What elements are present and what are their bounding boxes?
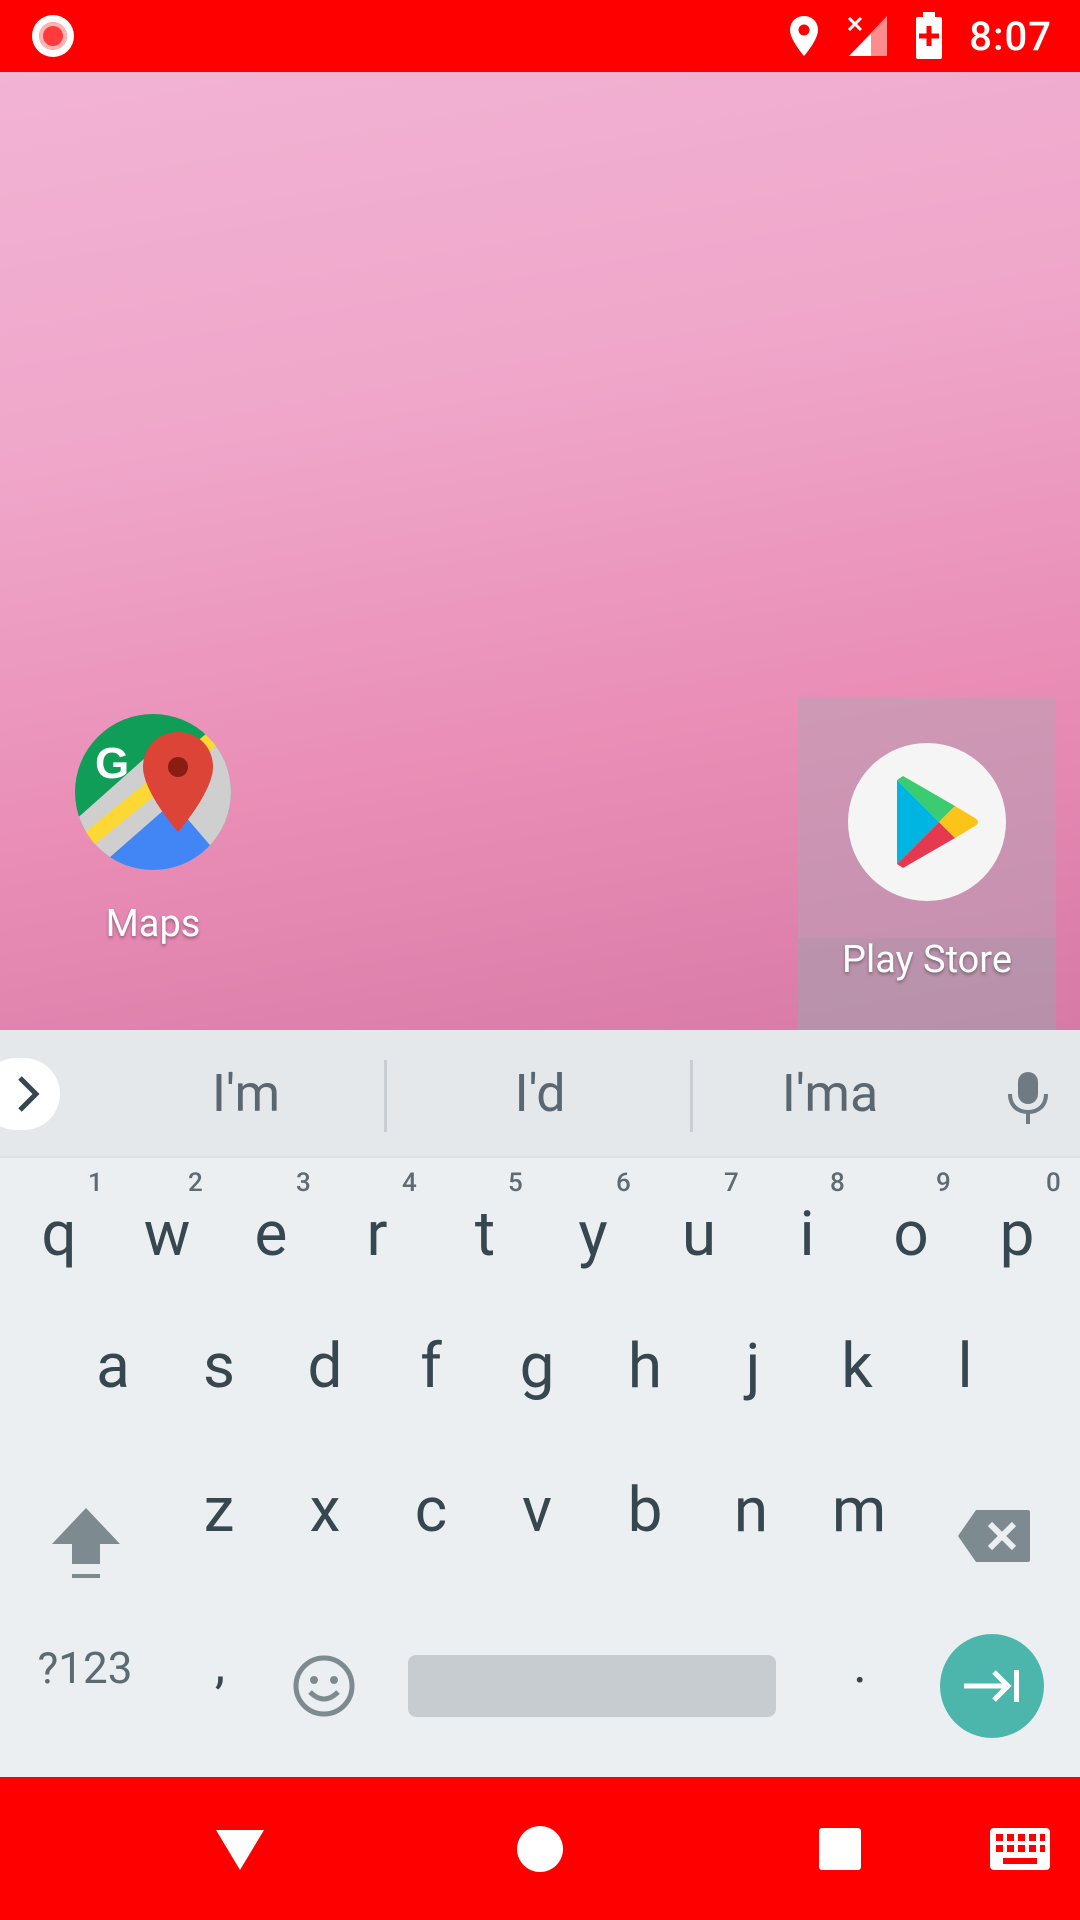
suggestion-2[interactable]: I'd [390, 1030, 690, 1158]
key-s[interactable]: s [160, 1330, 278, 1410]
keyboard-switch-button[interactable] [960, 1777, 1080, 1920]
key-comma[interactable]: , [180, 1634, 260, 1714]
key-letter: u [681, 1198, 717, 1271]
key-letter: o [893, 1198, 929, 1271]
battery-charging-icon [916, 12, 943, 59]
shift-icon[interactable] [48, 1504, 124, 1580]
home-screen-wallpaper: G Maps Play Store [0, 72, 1080, 1030]
suggestion-3[interactable]: I'ma [680, 1030, 980, 1158]
keyboard-icon [990, 1827, 1050, 1870]
key-letter: i [799, 1198, 815, 1271]
key-k[interactable]: k [798, 1330, 916, 1410]
key-hint: 4 [402, 1168, 417, 1198]
key-n[interactable]: n [692, 1474, 810, 1554]
key-h[interactable]: h [586, 1330, 704, 1410]
enter-button[interactable] [940, 1634, 1044, 1738]
key-b[interactable]: b [586, 1474, 704, 1554]
key-u[interactable]: 7u [640, 1168, 758, 1278]
back-icon [216, 1829, 264, 1870]
back-button[interactable] [180, 1777, 300, 1920]
key-hint: 8 [830, 1168, 845, 1198]
key-hint: 2 [188, 1168, 203, 1198]
backspace-icon[interactable] [956, 1508, 1032, 1564]
play-store-icon [848, 743, 1006, 901]
location-icon [790, 16, 819, 56]
chevron-right-icon [18, 1076, 40, 1112]
key-letter: t [474, 1198, 496, 1271]
recents-button[interactable] [780, 1777, 900, 1920]
key-y[interactable]: 6y [534, 1168, 652, 1278]
key-l[interactable]: l [906, 1330, 1024, 1410]
key-o[interactable]: 9o [852, 1168, 970, 1278]
app-label-maps: Maps [105, 902, 201, 946]
space-bar[interactable] [408, 1655, 776, 1717]
key-r[interactable]: 4r [318, 1168, 436, 1278]
svg-text:G: G [95, 739, 129, 788]
key-letter: p [999, 1198, 1035, 1271]
app-label-play-store: Play Store [842, 938, 1012, 982]
key-w[interactable]: 2w [108, 1168, 226, 1278]
recents-icon [819, 1827, 861, 1870]
key-hint: 0 [1046, 1168, 1061, 1198]
key-letter: q [41, 1198, 77, 1271]
google-maps-icon: G [75, 714, 231, 870]
clock: 8:07 [969, 12, 1052, 60]
key-hint: 5 [508, 1168, 523, 1198]
key-m[interactable]: m [800, 1474, 918, 1554]
screen-record-icon [32, 15, 74, 57]
key-g[interactable]: g [478, 1330, 596, 1410]
suggestion-strip: I'm I'd I'ma [0, 1030, 1080, 1158]
key-d[interactable]: d [266, 1330, 384, 1410]
key-letter: r [366, 1198, 388, 1271]
key-t[interactable]: 5t [426, 1168, 544, 1278]
key-q[interactable]: 1q [0, 1168, 118, 1278]
suggestion-divider [384, 1060, 387, 1132]
key-hint: 6 [616, 1168, 631, 1198]
status-bar: 8:07 [0, 0, 1080, 72]
key-x[interactable]: x [266, 1474, 384, 1554]
expand-suggestions-button[interactable] [0, 1058, 60, 1130]
key-hint: 7 [724, 1168, 739, 1198]
navigation-bar [0, 1777, 1080, 1920]
key-v[interactable]: v [478, 1474, 596, 1554]
key-z[interactable]: z [160, 1474, 278, 1554]
key-e[interactable]: 3e [212, 1168, 330, 1278]
home-icon [517, 1825, 563, 1872]
key-letter: e [254, 1198, 288, 1271]
symbols-key[interactable]: ?123 [20, 1642, 150, 1702]
key-f[interactable]: f [372, 1330, 490, 1410]
key-period[interactable]: . [820, 1634, 900, 1714]
emoji-icon[interactable] [292, 1654, 356, 1718]
key-hint: 3 [296, 1168, 311, 1198]
key-hint: 1 [88, 1168, 103, 1198]
key-letter: y [578, 1198, 608, 1271]
signal-no-data-icon [848, 16, 888, 56]
microphone-icon[interactable] [1006, 1070, 1050, 1126]
key-i[interactable]: 8i [748, 1168, 866, 1278]
key-j[interactable]: j [694, 1330, 812, 1410]
keyboard: I'm I'd I'ma 1q 2w 3e 4r 5t 6y 7u 8i 9o … [0, 1030, 1080, 1777]
key-letter: w [143, 1198, 191, 1271]
key-c[interactable]: c [372, 1474, 490, 1554]
suggestion-1[interactable]: I'm [96, 1030, 396, 1158]
key-a[interactable]: a [54, 1330, 172, 1410]
app-maps[interactable]: G Maps [24, 712, 282, 946]
key-hint: 9 [936, 1168, 951, 1198]
home-button[interactable] [480, 1777, 600, 1920]
tab-next-icon [964, 1670, 1019, 1702]
app-play-store[interactable]: Play Store [798, 698, 1056, 1030]
key-p[interactable]: 0p [958, 1168, 1076, 1278]
